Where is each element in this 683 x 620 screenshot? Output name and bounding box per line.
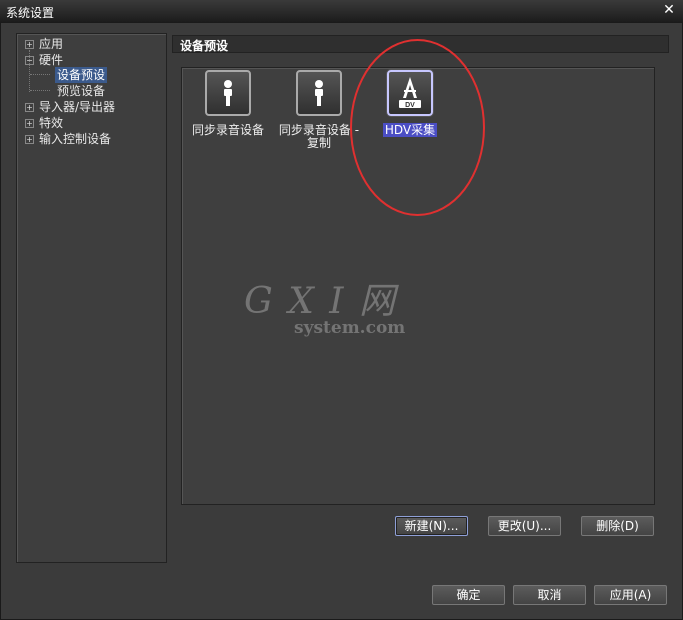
tree-item-label: 特效 xyxy=(39,116,64,130)
hdv-dv-icon: DV xyxy=(387,70,433,116)
tree-item-label: 预览设备 xyxy=(57,84,106,98)
expand-icon[interactable]: + xyxy=(25,119,34,128)
preset-label-text: HDV采集 xyxy=(382,123,438,137)
window-title: 系统设置 xyxy=(6,6,55,20)
expand-icon[interactable]: + xyxy=(25,103,34,112)
new-button[interactable]: 新建(N)... xyxy=(395,516,468,536)
microphone-icon xyxy=(296,70,342,116)
tree-item-label: 应用 xyxy=(39,37,64,51)
cancel-button[interactable]: 取消 xyxy=(513,585,586,605)
expand-icon[interactable]: + xyxy=(25,135,34,144)
tree-item-label: 硬件 xyxy=(39,53,64,67)
tree-item-label: 设备预设 xyxy=(55,67,108,83)
settings-tree: + 应用 − 硬件 设备预设 预览设备 + 导入器/导出器 + 特效 + 输入控… xyxy=(16,33,167,563)
preset-label: HDV采集 xyxy=(365,123,455,137)
section-title: 设备预设 xyxy=(180,39,229,53)
edit-button[interactable]: 更改(U)... xyxy=(488,516,561,536)
preset-list: 同步录音设备 同步录音设备 - 复制 DV HDV采集 xyxy=(181,67,655,505)
preset-sync-audio[interactable]: 同步录音设备 xyxy=(183,70,273,137)
microphone-icon xyxy=(205,70,251,116)
delete-button[interactable]: 删除(D) xyxy=(581,516,654,536)
apply-button[interactable]: 应用(A) xyxy=(594,585,667,605)
tree-item-label: 输入控制设备 xyxy=(39,132,112,146)
title-bar: 系统设置 ✕ xyxy=(0,0,683,23)
hdv-icon-text: DV xyxy=(405,102,415,109)
ok-button[interactable]: 确定 xyxy=(432,585,505,605)
preset-label: 同步录音设备 xyxy=(191,123,264,137)
collapse-icon[interactable]: − xyxy=(25,56,34,65)
preset-hdv-capture[interactable]: DV HDV采集 xyxy=(365,70,455,137)
preset-label-line: 复制 xyxy=(306,136,331,150)
tree-connector xyxy=(30,90,50,91)
section-header: 设备预设 xyxy=(172,35,669,53)
close-button[interactable]: ✕ xyxy=(661,2,677,18)
tree-connector xyxy=(30,74,50,75)
preset-sync-audio-copy[interactable]: 同步录音设备 - 复制 xyxy=(274,70,364,150)
tree-item-label: 导入器/导出器 xyxy=(39,100,116,114)
expand-icon[interactable]: + xyxy=(25,40,34,49)
preset-label: 同步录音设备 - 复制 xyxy=(274,124,364,150)
